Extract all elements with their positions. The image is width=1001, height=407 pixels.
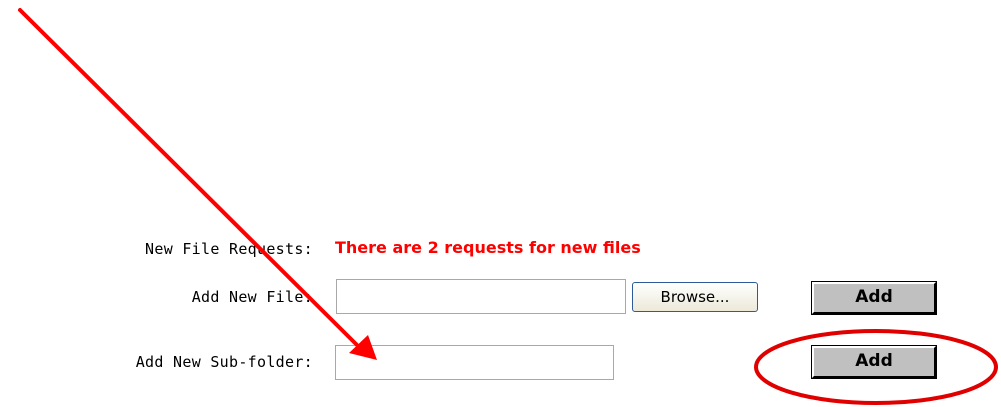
browse-button[interactable]: Browse... xyxy=(632,282,758,312)
add-subfolder-button[interactable]: Add xyxy=(812,346,936,378)
add-new-subfolder-input[interactable] xyxy=(335,345,614,380)
add-new-subfolder-label: Add New Sub-folder: xyxy=(135,353,313,371)
new-file-requests-status: There are 2 requests for new files xyxy=(335,238,641,257)
add-file-button[interactable]: Add xyxy=(812,282,936,314)
add-new-file-label: Add New File: xyxy=(191,288,313,306)
add-new-file-input[interactable] xyxy=(336,279,626,314)
new-file-requests-label: New File Requests: xyxy=(145,240,313,258)
